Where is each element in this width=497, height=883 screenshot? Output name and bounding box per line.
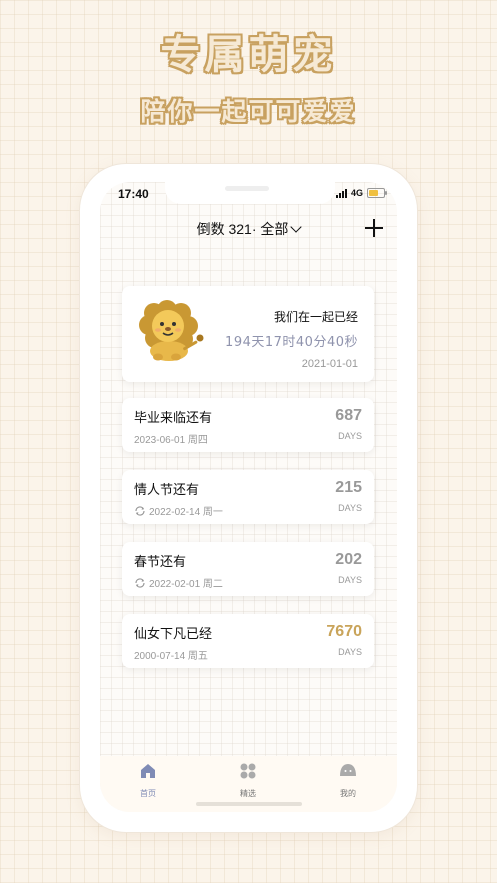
battery-icon <box>367 188 387 198</box>
hero-card[interactable]: 我们在一起已经 194天17时40分40秒 2021-01-01 <box>122 286 374 382</box>
add-button[interactable] <box>365 219 383 237</box>
tab-home[interactable]: 首页 <box>118 762 178 799</box>
grid-icon <box>240 763 256 779</box>
event-date: 2000-07-14 周五 <box>134 651 208 662</box>
repeat-icon <box>135 577 145 588</box>
filter-dropdown[interactable]: 倒数 321· 全部 <box>100 219 397 239</box>
tab-label: 我的 <box>340 789 356 798</box>
repeat-icon <box>135 505 145 516</box>
event-day-count: 202 <box>335 551 362 568</box>
tab-profile[interactable]: 我的 <box>318 762 378 799</box>
event-date: 2022-02-14 周一 <box>134 503 223 518</box>
tab-label: 首页 <box>140 789 156 798</box>
phone-notch <box>165 182 335 204</box>
event-title: 情人节还有 <box>134 483 200 498</box>
event-unit: DAYS <box>338 647 362 657</box>
tab-featured[interactable]: 精选 <box>218 762 278 799</box>
home-icon <box>141 764 155 778</box>
event-unit: DAYS <box>338 503 362 513</box>
home-indicator <box>196 802 302 806</box>
status-indicators: 4G <box>335 188 387 198</box>
chevron-down-icon <box>290 221 303 233</box>
header-title: 倒数 321· 全部 <box>196 221 289 237</box>
network-type: 4G <box>350 188 363 198</box>
promo-title: 专属萌宠 <box>160 32 337 78</box>
profile-icon <box>340 764 356 776</box>
app-screen: 17:40 4G 倒数 321· 全部 我们在一起已经 194天17时40分40… <box>100 182 397 812</box>
signal-icon <box>335 188 347 198</box>
event-card[interactable]: 毕业来临还有 2023-06-01 周四 687 DAYS <box>122 398 374 452</box>
hero-date: 2021-01-01 <box>301 358 358 370</box>
lion-mascot-icon <box>139 300 204 361</box>
event-day-count: 7670 <box>326 623 362 640</box>
event-title: 春节还有 <box>134 555 187 570</box>
event-date: 2023-06-01 周四 <box>134 435 208 446</box>
hero-label: 我们在一起已经 <box>273 310 358 324</box>
phone-frame: 17:40 4G 倒数 321· 全部 我们在一起已经 194天17时40分40… <box>80 164 417 832</box>
event-card[interactable]: 仙女下凡已经 2000-07-14 周五 7670 DAYS <box>122 614 374 668</box>
promo-subtitle: 陪你一起可可爱爱 <box>140 97 357 126</box>
event-title: 仙女下凡已经 <box>134 627 213 642</box>
event-unit: DAYS <box>338 575 362 585</box>
event-card[interactable]: 春节还有 2022-02-01 周二 202 DAYS <box>122 542 374 596</box>
event-card[interactable]: 情人节还有 2022-02-14 周一 215 DAYS <box>122 470 374 524</box>
event-date: 2022-02-01 周二 <box>134 575 223 590</box>
status-time: 17:40 <box>118 187 149 201</box>
tab-bar: 首页 精选 我的 <box>100 756 397 812</box>
event-title: 毕业来临还有 <box>134 411 213 426</box>
event-unit: DAYS <box>338 431 362 441</box>
event-day-count: 215 <box>335 479 362 496</box>
event-day-count: 687 <box>335 407 362 424</box>
hero-counter: 194天17时40分40秒 <box>225 335 358 350</box>
tab-label: 精选 <box>240 789 256 798</box>
